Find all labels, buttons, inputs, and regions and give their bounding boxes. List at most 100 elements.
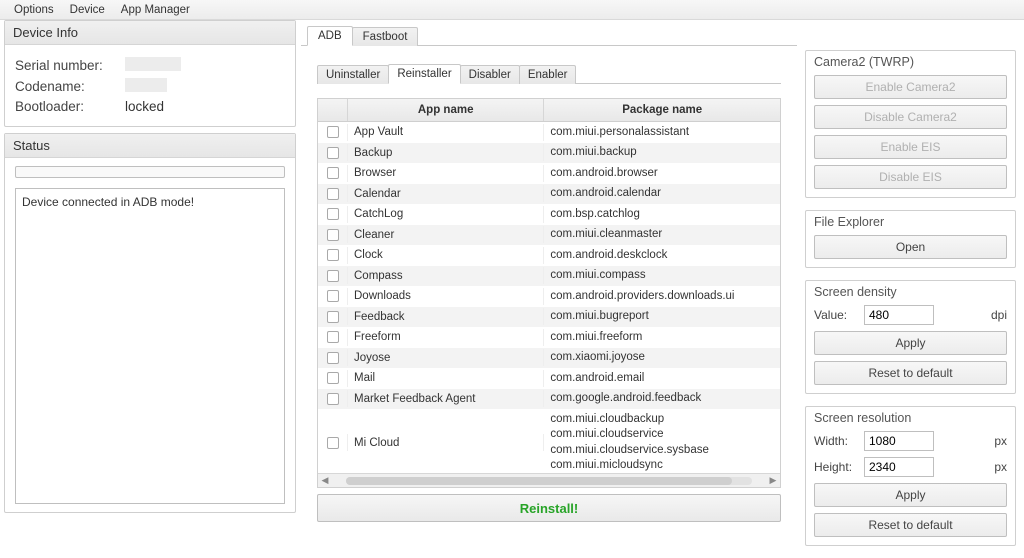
bootloader-label: Bootloader: <box>15 99 125 114</box>
density-title: Screen density <box>814 285 897 299</box>
app-name-cell: Clock <box>348 247 544 264</box>
package-name-cell: com.miui.bugreport <box>544 307 780 328</box>
table-row[interactable]: Mi Cloudcom.miui.cloudbackupcom.miui.clo… <box>318 409 780 473</box>
app-name-cell: Freeform <box>348 329 544 346</box>
open-file-explorer-button[interactable]: Open <box>814 235 1007 259</box>
camera2-title: Camera2 (TWRP) <box>814 55 914 69</box>
app-name-cell: Backup <box>348 144 544 161</box>
apps-table-body[interactable]: App Vaultcom.miui.personalassistantBacku… <box>318 122 780 473</box>
package-name-cell: com.miui.freeform <box>544 327 780 348</box>
row-checkbox[interactable] <box>327 290 339 302</box>
app-name-cell: Compass <box>348 267 544 284</box>
status-progress <box>15 166 285 178</box>
package-name-cell: com.miui.cleanmaster <box>544 225 780 246</box>
camera2-group: Camera2 (TWRP) Enable Camera2 Disable Ca… <box>805 50 1016 198</box>
density-value-input[interactable] <box>864 305 934 325</box>
package-name-cell: com.bsp.catchlog <box>544 204 780 225</box>
app-name-cell: Mi Cloud <box>348 434 544 451</box>
apps-table: App name Package name App Vaultcom.miui.… <box>317 98 781 488</box>
disable-eis-button[interactable]: Disable EIS <box>814 165 1007 189</box>
menu-device[interactable]: Device <box>62 2 113 18</box>
horizontal-scrollbar[interactable]: ◀ ▶ <box>318 473 780 487</box>
device-info-panel: Device Info Serial number: Codename: Boo… <box>4 20 296 127</box>
res-width-label: Width: <box>814 434 864 448</box>
tab-uninstaller[interactable]: Uninstaller <box>317 65 389 84</box>
menu-app-manager[interactable]: App Manager <box>113 2 198 18</box>
tab-disabler[interactable]: Disabler <box>460 65 520 84</box>
row-checkbox[interactable] <box>327 167 339 179</box>
app-name-cell: Calendar <box>348 185 544 202</box>
app-name-cell: CatchLog <box>348 206 544 223</box>
file-explorer-group: File Explorer Open <box>805 210 1016 268</box>
enable-eis-button[interactable]: Enable EIS <box>814 135 1007 159</box>
menu-options[interactable]: Options <box>6 2 62 18</box>
serial-label: Serial number: <box>15 58 125 73</box>
row-checkbox[interactable] <box>327 437 339 449</box>
row-checkbox[interactable] <box>327 188 339 200</box>
density-reset-button[interactable]: Reset to default <box>814 361 1007 385</box>
tab-enabler[interactable]: Enabler <box>519 65 577 84</box>
table-row[interactable]: Backupcom.miui.backup <box>318 143 780 164</box>
row-checkbox[interactable] <box>327 249 339 261</box>
status-message: Device connected in ADB mode! <box>22 195 278 209</box>
row-checkbox[interactable] <box>327 331 339 343</box>
tab-reinstaller[interactable]: Reinstaller <box>388 64 460 84</box>
table-row[interactable]: CatchLogcom.bsp.catchlog <box>318 204 780 225</box>
screen-resolution-group: Screen resolution Width: px Height: px A… <box>805 406 1016 546</box>
table-row[interactable]: App Vaultcom.miui.personalassistant <box>318 122 780 143</box>
table-row[interactable]: Mailcom.android.email <box>318 368 780 389</box>
table-row[interactable]: Freeformcom.miui.freeform <box>318 327 780 348</box>
app-name-cell: Mail <box>348 370 544 387</box>
codename-value-placeholder <box>125 78 167 92</box>
serial-value-placeholder <box>125 57 181 71</box>
package-name-cell: com.miui.personalassistant <box>544 122 780 143</box>
reinstall-button[interactable]: Reinstall! <box>317 494 781 522</box>
package-name-cell: com.android.browser <box>544 163 780 184</box>
row-checkbox[interactable] <box>327 311 339 323</box>
res-width-input[interactable] <box>864 431 934 451</box>
table-row[interactable]: Clockcom.android.deskclock <box>318 245 780 266</box>
main-tabs: ADB Fastboot <box>301 24 797 46</box>
table-row[interactable]: Cleanercom.miui.cleanmaster <box>318 225 780 246</box>
screen-density-group: Screen density Value: dpi Apply Reset to… <box>805 280 1016 394</box>
res-height-input[interactable] <box>864 457 934 477</box>
app-name-cell: Joyose <box>348 349 544 366</box>
tab-fastboot[interactable]: Fastboot <box>352 27 419 46</box>
row-checkbox[interactable] <box>327 372 339 384</box>
col-check <box>318 99 348 121</box>
app-name-cell: Browser <box>348 165 544 182</box>
density-apply-button[interactable]: Apply <box>814 331 1007 355</box>
res-reset-button[interactable]: Reset to default <box>814 513 1007 537</box>
density-value-label: Value: <box>814 308 864 322</box>
package-name-cell: com.miui.compass <box>544 266 780 287</box>
res-width-unit: px <box>986 434 1007 448</box>
enable-camera2-button[interactable]: Enable Camera2 <box>814 75 1007 99</box>
scroll-left-icon[interactable]: ◀ <box>318 474 332 488</box>
table-row[interactable]: Compasscom.miui.compass <box>318 266 780 287</box>
table-row[interactable]: Joyosecom.xiaomi.joyose <box>318 348 780 369</box>
table-row[interactable]: Calendarcom.android.calendar <box>318 184 780 205</box>
package-name-cell: com.miui.cloudbackupcom.miui.cloudservic… <box>544 409 780 473</box>
menu-bar: Options Device App Manager <box>0 0 1024 20</box>
app-action-tabs: Uninstaller Reinstaller Disabler Enabler <box>317 60 781 84</box>
status-header: Status <box>5 134 295 158</box>
app-name-cell: Cleaner <box>348 226 544 243</box>
row-checkbox[interactable] <box>327 270 339 282</box>
tab-adb[interactable]: ADB <box>307 26 353 46</box>
package-name-cell: com.android.deskclock <box>544 245 780 266</box>
table-row[interactable]: Feedbackcom.miui.bugreport <box>318 307 780 328</box>
row-checkbox[interactable] <box>327 147 339 159</box>
res-apply-button[interactable]: Apply <box>814 483 1007 507</box>
density-unit: dpi <box>983 308 1007 322</box>
disable-camera2-button[interactable]: Disable Camera2 <box>814 105 1007 129</box>
row-checkbox[interactable] <box>327 126 339 138</box>
row-checkbox[interactable] <box>327 208 339 220</box>
table-row[interactable]: Market Feedback Agentcom.google.android.… <box>318 389 780 410</box>
table-row[interactable]: Browsercom.android.browser <box>318 163 780 184</box>
row-checkbox[interactable] <box>327 229 339 241</box>
row-checkbox[interactable] <box>327 352 339 364</box>
row-checkbox[interactable] <box>327 393 339 405</box>
table-row[interactable]: Downloadscom.android.providers.downloads… <box>318 286 780 307</box>
scroll-right-icon[interactable]: ▶ <box>766 474 780 488</box>
col-app: App name <box>348 99 544 121</box>
